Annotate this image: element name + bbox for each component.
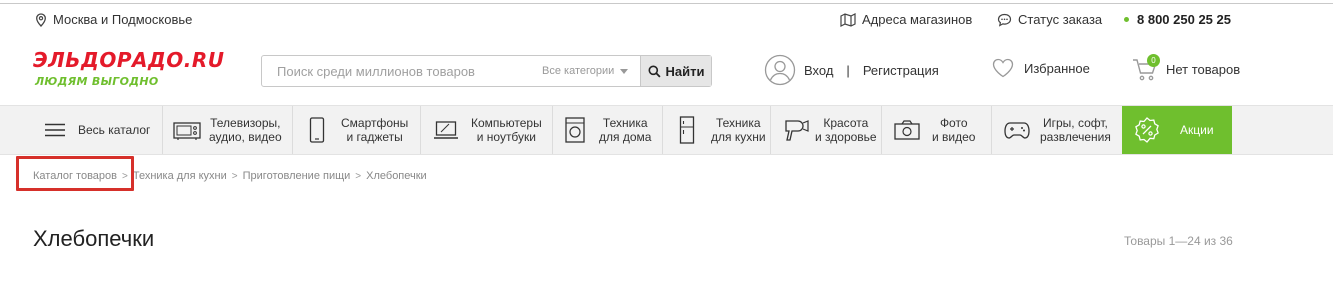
nav-label-line1: Компьютеры (471, 116, 542, 130)
nav-item-photo[interactable]: Фото и видео (881, 106, 991, 154)
category-nav: Весь каталог Телевизоры, аудио, видео Сма… (0, 105, 1333, 155)
fridge-icon (679, 116, 695, 144)
nav-label-line1: Техника (715, 116, 761, 130)
nav-label-line1: Техника (602, 116, 648, 130)
nav-label-line2: аудио, видео (209, 130, 282, 144)
smartphone-icon (309, 117, 325, 143)
location-pin-icon (36, 12, 46, 27)
favorites-link[interactable]: Избранное (992, 58, 1090, 78)
nav-item-games[interactable]: Игры, софт, развлечения (991, 106, 1122, 154)
nav-all-catalog-label: Весь каталог (78, 123, 151, 137)
nav-item-kitchen[interactable]: Техника для кухни (662, 106, 770, 154)
search-icon (648, 65, 661, 78)
login-link[interactable]: Вход (804, 63, 833, 78)
stores-link[interactable]: Адреса магазинов (840, 12, 972, 27)
heart-icon (992, 58, 1014, 78)
stores-label: Адреса магазинов (862, 12, 973, 27)
nav-item-home-appliances[interactable]: Техника для дома (552, 106, 662, 154)
nav-item-promo[interactable]: Акции (1122, 106, 1232, 154)
status-dot (1124, 17, 1129, 22)
site-logo[interactable]: ЭЛЬДОРАДО.RU ЛЮДЯМ ВЫГОДНО (33, 48, 224, 90)
nav-promo-label: Акции (1180, 123, 1214, 137)
nav-label-line2: для кухни (711, 130, 766, 144)
cart-count-badge: 0 (1147, 54, 1160, 67)
gamepad-icon (1004, 122, 1030, 139)
nav-label-line1: Красота (823, 116, 869, 130)
register-link[interactable]: Регистрация (863, 63, 939, 78)
chat-icon (997, 13, 1012, 27)
chevron-down-icon (620, 68, 629, 74)
account-separator: | (846, 62, 850, 78)
nav-label-line1: Фото (939, 116, 968, 130)
logo-slogan: ЛЮДЯМ ВЫГОДНО (35, 75, 159, 88)
phone-label: 8 800 250 25 25 (1137, 12, 1231, 27)
category-select-label: Все категории (542, 65, 615, 77)
breadcrumb-separator: > (231, 170, 238, 182)
nav-item-tv[interactable]: Телевизоры, аудио, видео (162, 106, 292, 154)
discount-badge-icon (1135, 117, 1159, 143)
nav-label-line2: и здоровье (815, 130, 877, 144)
washer-icon (565, 117, 585, 143)
nav-item-smartphones[interactable]: Смартфоны и гаджеты (292, 106, 420, 154)
menu-icon (45, 123, 65, 137)
nav-item-label: Телевизоры, аудио, видео (209, 116, 282, 144)
nav-item-computers[interactable]: Компьютеры и ноутбуки (420, 106, 552, 154)
nav-item-beauty[interactable]: Красота и здоровье (770, 106, 881, 154)
nav-label-line1: Телевизоры, (210, 116, 281, 130)
laptop-icon (434, 121, 458, 139)
nav-item-label: Техника для дома (599, 116, 651, 144)
breadcrumb-item[interactable]: Техника для кухни (133, 170, 227, 182)
product-count: Товары 1—24 из 36 (1124, 234, 1233, 248)
search-button-label: Найти (665, 63, 705, 79)
search-button[interactable]: Найти (640, 56, 711, 86)
nav-item-label: Компьютеры и ноутбуки (471, 116, 542, 144)
phone-number[interactable]: 8 800 250 25 25 (1124, 12, 1231, 27)
tv-icon (173, 122, 201, 140)
nav-label-line2: для дома (599, 130, 652, 144)
nav-item-label: Красота и здоровье (815, 116, 877, 144)
favorites-label: Избранное (1024, 60, 1090, 76)
cart-label: Нет товаров (1166, 61, 1241, 77)
nav-label-line1: Игры, софт, (1042, 116, 1108, 130)
nav-item-label: Техника для кухни (711, 116, 766, 144)
location-label: Москва и Подмосковье (53, 12, 193, 27)
camera-icon (894, 120, 920, 140)
location-selector[interactable]: Москва и Подмосковье (35, 12, 192, 27)
cart-link[interactable]: 0 Нет товаров (1132, 54, 1241, 82)
search-bar: Все категории Найти (261, 55, 712, 87)
nav-label-line2: развлечения (1040, 130, 1111, 144)
category-select[interactable]: Все категории (532, 56, 640, 86)
page-title: Хлебопечки (33, 226, 155, 251)
breadcrumb-separator: > (355, 170, 362, 182)
account-block: Вход | Регистрация (764, 54, 939, 86)
order-status-label: Статус заказа (1018, 12, 1103, 27)
nav-all-catalog[interactable]: Весь каталог (44, 106, 162, 154)
logo-wordmark: ЭЛЬДОРАДО.RU (33, 48, 225, 72)
nav-label-line2: и ноутбуки (476, 130, 536, 144)
search-input[interactable] (262, 56, 532, 86)
user-avatar-icon[interactable] (764, 54, 796, 86)
breadcrumb-item-current: Хлебопечки (366, 170, 427, 182)
annotation-highlight-box (16, 156, 134, 191)
breadcrumb-item[interactable]: Приготовление пищи (243, 170, 351, 182)
nav-item-label: Игры, софт, развлечения (1040, 116, 1111, 144)
nav-item-label: Смартфоны и гаджеты (341, 116, 408, 144)
top-bar: Москва и Подмосковье Адреса магазинов Ст… (0, 4, 1333, 34)
nav-label-line2: и гаджеты (346, 130, 403, 144)
cart-icon-wrap: 0 (1132, 54, 1160, 82)
map-icon (840, 12, 856, 27)
order-status-link[interactable]: Статус заказа (997, 12, 1102, 27)
nav-item-label: Фото и видео (932, 116, 975, 144)
nav-label-line2: и видео (932, 130, 976, 144)
hairdryer-icon (785, 120, 809, 141)
nav-label-line1: Смартфоны (341, 116, 409, 130)
